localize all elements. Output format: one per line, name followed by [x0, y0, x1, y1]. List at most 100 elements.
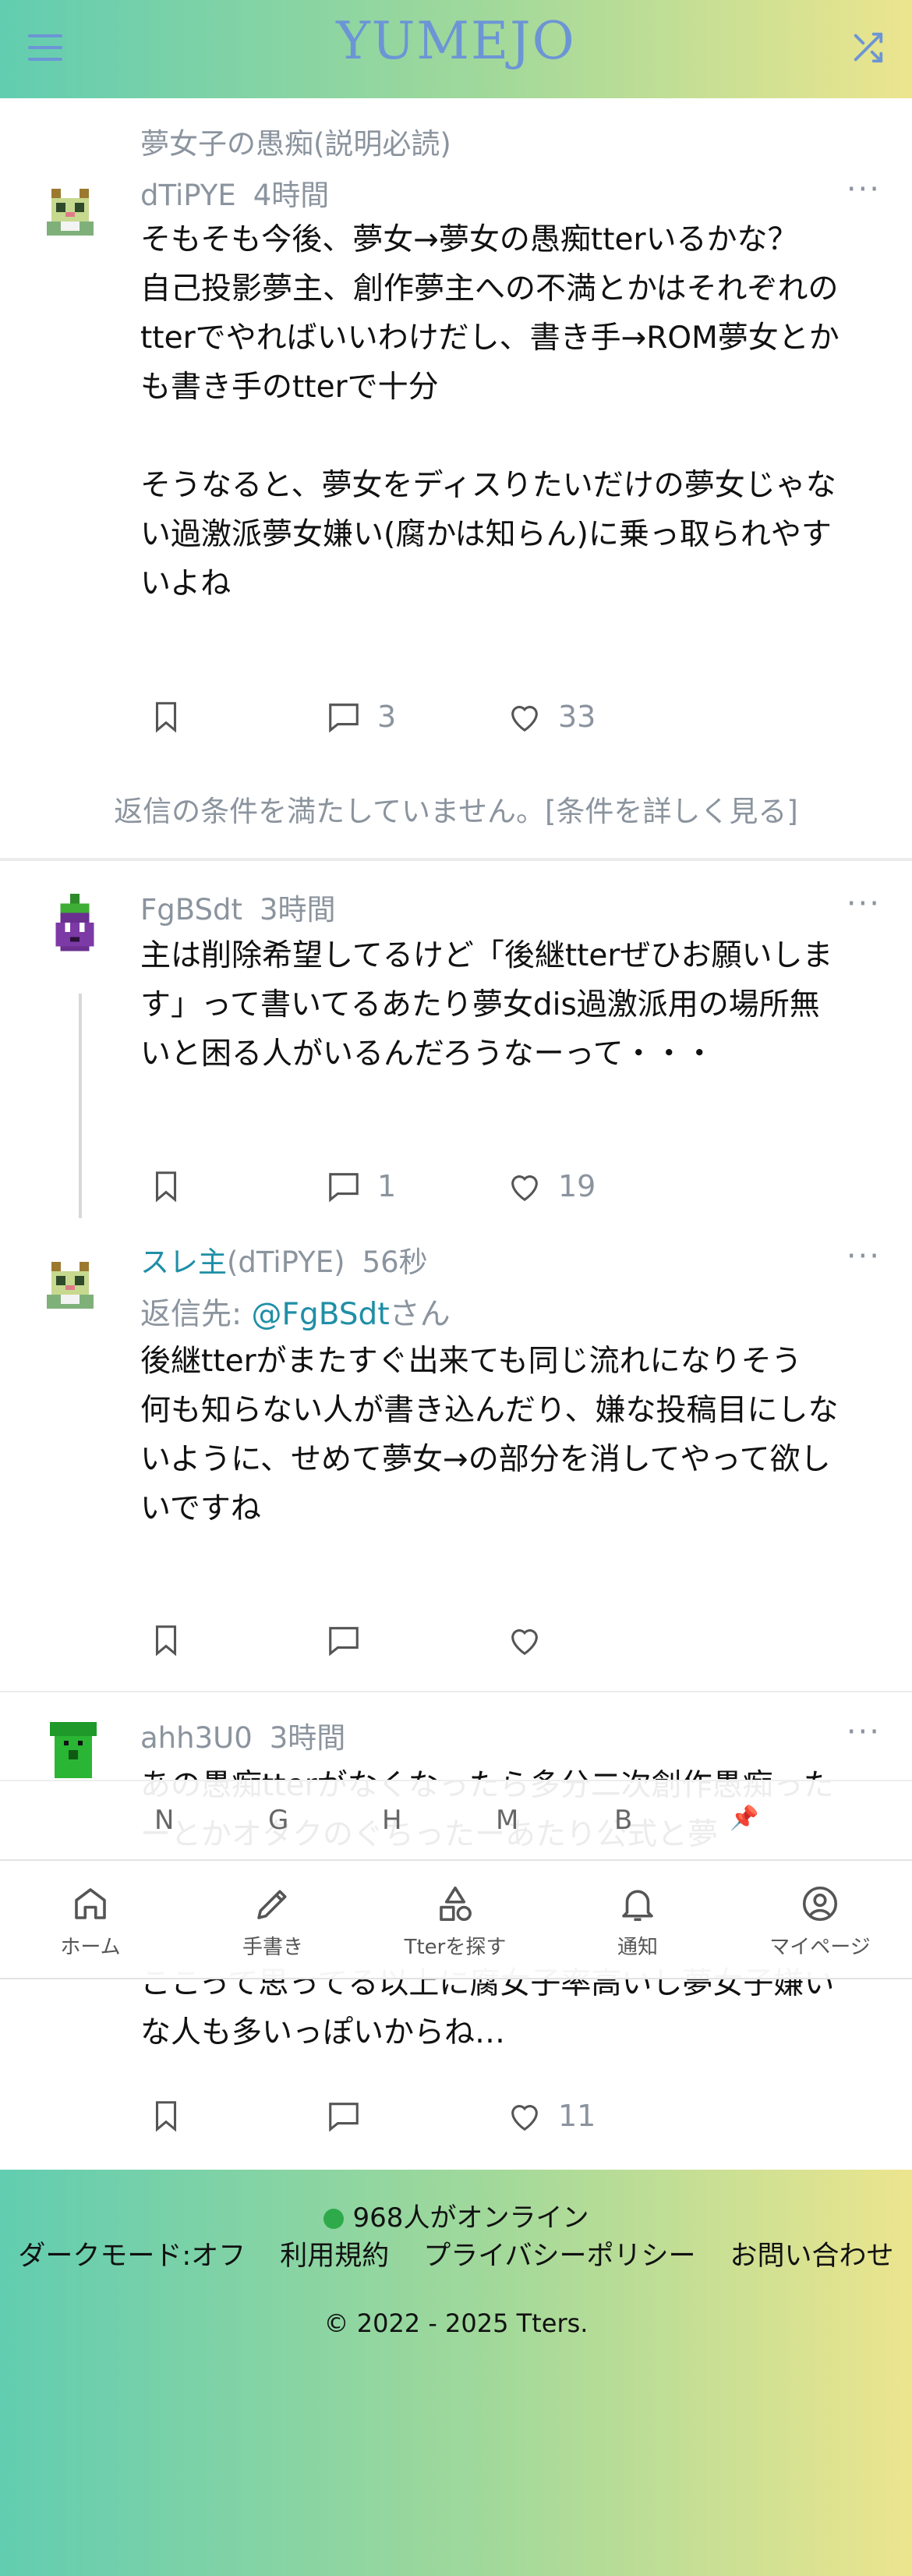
- copyright: © 2022 - 2025 Tters.: [323, 2308, 589, 2338]
- like-button[interactable]: 33: [507, 699, 596, 735]
- contact-link[interactable]: お問い合わせ: [730, 2234, 894, 2273]
- bookmark-button[interactable]: [148, 1168, 184, 1204]
- reply-to-mention[interactable]: @FgBSdt: [252, 1297, 390, 1332]
- post-time: 3時間: [259, 893, 336, 927]
- divider: [0, 1691, 912, 1692]
- username[interactable]: ahh3U0: [140, 1721, 253, 1755]
- nav-home-label: ホーム: [60, 1936, 121, 1959]
- post-time: 56秒: [362, 1245, 428, 1279]
- comment-icon: [329, 1627, 359, 1657]
- username[interactable]: dTiPYE: [140, 179, 236, 212]
- username[interactable]: (dTiPYE): [227, 1245, 345, 1279]
- nav-mypage-label: マイページ: [769, 1936, 871, 1959]
- pen-icon: [257, 1890, 287, 1919]
- post-meta: スレ主(dTiPYE) 56秒: [140, 1238, 428, 1281]
- avatar-pipe-icon[interactable]: [50, 1722, 97, 1778]
- bookmark-icon: [155, 2101, 177, 2132]
- avatar-eggplant-icon[interactable]: [45, 894, 104, 961]
- site-logo[interactable]: YUMEJO: [0, 11, 912, 71]
- nav-handwriting-label: 手書き: [242, 1936, 303, 1959]
- bell-icon: [622, 1890, 653, 1922]
- more-options-icon[interactable]: ···: [847, 886, 881, 922]
- privacy-link[interactable]: プライバシーポリシー: [423, 2234, 695, 2273]
- dark-mode-toggle[interactable]: ダークモード:オフ: [18, 2234, 246, 2273]
- post-time: 4時間: [253, 179, 330, 212]
- more-options-icon[interactable]: ···: [847, 172, 881, 207]
- reply-count: 3: [377, 700, 397, 734]
- alpha-nav-pin[interactable]: 📌: [730, 1805, 758, 1832]
- top-bar: YUMEJO: [0, 0, 912, 98]
- terms-link[interactable]: 利用規約: [280, 2234, 389, 2273]
- footer: 968人がオンライン ダークモード:オフ 利用規約 プライバシーポリシー お問い…: [0, 2170, 912, 2576]
- avatar-cat-icon[interactable]: [42, 184, 98, 240]
- alpha-nav-g[interactable]: G: [268, 1805, 288, 1836]
- bookmark-icon: [155, 1171, 177, 1203]
- reply-to-suffix: さん: [389, 1297, 451, 1332]
- nav-mypage[interactable]: マイページ: [750, 1883, 890, 1960]
- post-meta: ahh3U0 3時間: [140, 1714, 345, 1756]
- thread-line: [79, 994, 82, 1218]
- nav-handwriting[interactable]: 手書き: [203, 1883, 343, 1960]
- post-body: そもそも今後、夢女→夢女の愚痴tterいるかな？ 自己投影夢主、創作夢主への不満…: [140, 222, 840, 601]
- more-options-icon[interactable]: ···: [847, 1714, 881, 1750]
- comment-icon: [329, 2103, 359, 2132]
- divider: [0, 858, 912, 861]
- shapes-icon: [440, 1886, 472, 1922]
- alpha-nav-b[interactable]: B: [614, 1805, 632, 1836]
- board-name[interactable]: 夢女子の愚痴(説明必読): [140, 120, 451, 162]
- shuffle-icon[interactable]: [850, 30, 885, 66]
- nav-find-tter[interactable]: Tterを探す: [385, 1883, 525, 1960]
- online-count-text: 968人がオンライン: [352, 2202, 589, 2234]
- like-button[interactable]: 19: [507, 1168, 596, 1204]
- like-count: 11: [558, 2099, 596, 2133]
- reply-to-prefix: 返信先:: [140, 1297, 252, 1332]
- nav-find-tter-label: Tterを探す: [404, 1936, 507, 1959]
- user-circle-icon: [802, 1886, 838, 1922]
- reply-count: 1: [377, 1169, 397, 1203]
- home-icon: [75, 1888, 106, 1919]
- nav-home[interactable]: ホーム: [20, 1883, 161, 1960]
- bottom-navigation: ホーム 手書き Tterを探す 通知 マイページ: [0, 1859, 912, 1979]
- bookmark-icon: [155, 702, 177, 733]
- post-body: 後継tterがまたすぐ出来ても同じ流れになりそう 何も知らない人が書き込んだり、…: [140, 1344, 839, 1526]
- post-2: FgBSdt 3時間 ··· 主は削除希望してるけど「後継tterぜひお願いします…: [0, 863, 912, 1221]
- reply-to-line: 返信先: @FgBSdtさん: [140, 1290, 451, 1334]
- comment-icon: [329, 703, 359, 733]
- online-count: 968人がオンライン: [0, 2196, 912, 2234]
- alpha-nav-m[interactable]: M: [496, 1805, 518, 1836]
- nav-notifications[interactable]: 通知: [567, 1883, 708, 1960]
- reply-condition-notice[interactable]: 返信の条件を満たしていません。[条件を詳しく見る]: [0, 788, 912, 830]
- post-meta: FgBSdt 3時間: [140, 886, 336, 928]
- post-meta: dTiPYE 4時間: [140, 172, 329, 214]
- avatar-cat-icon[interactable]: [42, 1257, 98, 1313]
- heart-icon: [511, 1629, 538, 1656]
- thread-author-label: スレ主: [140, 1245, 227, 1279]
- post-actions: [148, 1622, 694, 1661]
- alpha-nav-h[interactable]: H: [382, 1805, 402, 1836]
- bookmark-button[interactable]: [148, 699, 184, 735]
- post-actions: 3 33: [148, 699, 694, 738]
- heart-icon: [511, 1175, 538, 1202]
- alphabet-quick-nav: N G H M B 📌: [0, 1780, 912, 1859]
- bookmark-button[interactable]: [148, 1622, 184, 1658]
- post-1: 夢女子の愚痴(説明必読) dTiPYE 4時間 ··· そもそも今後、夢女→夢女の…: [0, 98, 912, 863]
- bookmark-button[interactable]: [148, 2098, 184, 2134]
- like-count: 33: [558, 700, 596, 734]
- like-count: 19: [558, 1169, 596, 1203]
- username[interactable]: FgBSdt: [140, 893, 242, 927]
- alpha-nav-n[interactable]: N: [154, 1805, 174, 1836]
- like-button[interactable]: [507, 1622, 543, 1658]
- bookmark-icon: [155, 1625, 177, 1657]
- footer-links: ダークモード:オフ 利用規約 プライバシーポリシー お問い合わせ: [0, 2234, 912, 2273]
- post-actions: 11: [148, 2098, 694, 2137]
- post-time: 3時間: [269, 1721, 346, 1755]
- more-options-icon[interactable]: ···: [847, 1238, 881, 1274]
- heart-icon: [511, 2105, 538, 2131]
- reply-button[interactable]: 3: [326, 699, 396, 735]
- comment-icon: [329, 1173, 359, 1203]
- reply-button[interactable]: [326, 1622, 362, 1658]
- reply-button[interactable]: [326, 2098, 362, 2134]
- like-button[interactable]: 11: [507, 2098, 596, 2134]
- reply-button[interactable]: 1: [326, 1168, 396, 1204]
- post-body: 主は削除希望してるけど「後継tterぜひお願いします」って書いてるあたり夢女di…: [140, 938, 833, 1072]
